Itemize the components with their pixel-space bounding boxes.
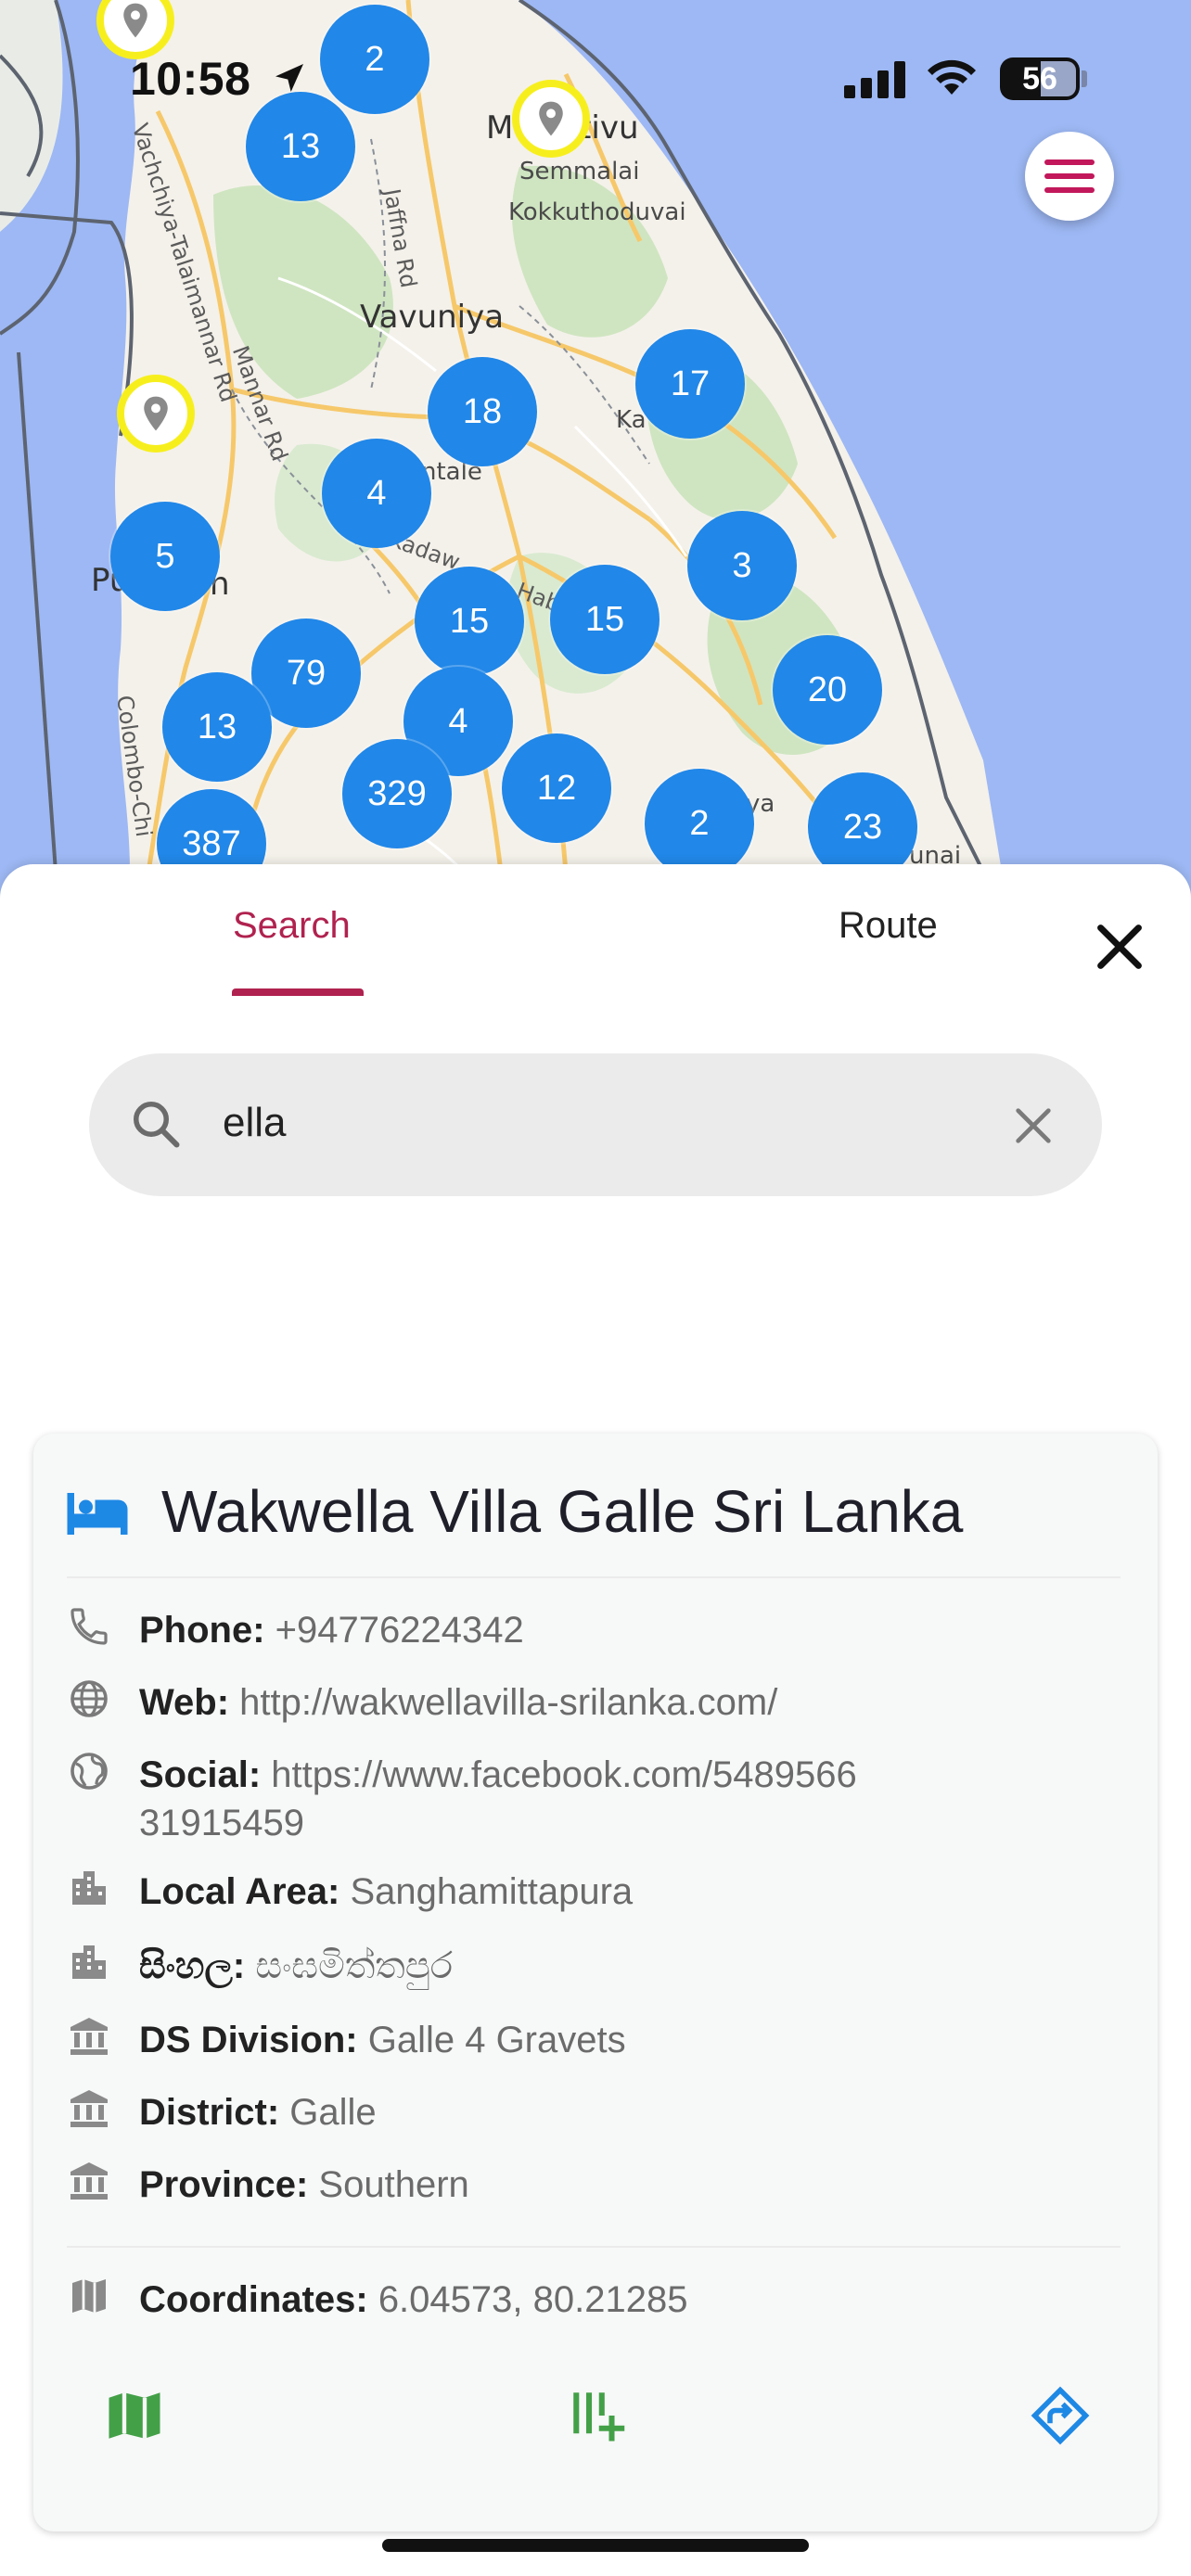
detail-row-web[interactable]: Web: http://wakwellavilla-srilanka.com/ [67, 1678, 1067, 1727]
phone-value[interactable]: +94776224342 [275, 1610, 524, 1651]
add-to-list-icon[interactable] [566, 2385, 627, 2446]
buildings-icon [72, 1871, 106, 1905]
institution-icon [70, 2162, 108, 2200]
active-tab-indicator [232, 988, 364, 996]
map-cluster[interactable]: 15 [550, 565, 660, 674]
map-label-vavuniya: Vavuniya [360, 299, 505, 336]
local-area-label: Local Area: [139, 1871, 340, 1912]
web-label: Web: [139, 1682, 230, 1723]
district-label: District: [139, 2092, 280, 2133]
detail-row-local-area: Local Area: Sanghamittapura [67, 1868, 1067, 1916]
map-cluster[interactable]: 329 [342, 739, 452, 848]
province-label: Province: [139, 2164, 309, 2205]
map-cluster[interactable]: 4 [322, 439, 431, 548]
map-cluster[interactable]: 23 [808, 772, 917, 872]
location-pin-icon[interactable] [117, 375, 195, 453]
globe-icon [70, 1680, 108, 1717]
divider [67, 2246, 1121, 2248]
divider [67, 1576, 1121, 1578]
detail-row-district: District: Galle [67, 2088, 1067, 2136]
sinhala-value: සංඝමිත්තපුර [255, 1945, 454, 1986]
web-value[interactable]: http://wakwellavilla-srilanka.com/ [239, 1682, 777, 1723]
detail-row-social[interactable]: Social: https://www.facebook.com/5489566… [67, 1751, 863, 1847]
map-cluster[interactable]: 18 [428, 357, 537, 466]
place-title: Wakwella Villa Galle Sri Lanka [161, 1478, 964, 1545]
coordinates-label: Coordinates: [139, 2279, 368, 2320]
place-details-card: Wakwella Villa Galle Sri Lanka Phone: +9… [33, 1434, 1158, 2531]
sinhala-label: සිංහල: [139, 1945, 246, 1986]
map-cluster[interactable]: 17 [635, 329, 745, 439]
public-globe-icon [70, 1753, 108, 1790]
tab-search[interactable]: Search [233, 905, 351, 947]
status-bar: 10:58 56 [0, 0, 1191, 158]
map-icon [72, 2279, 106, 2313]
wifi-icon [928, 59, 976, 95]
card-header: Wakwella Villa Galle Sri Lanka [65, 1474, 963, 1549]
local-area-value: Sanghamittapura [350, 1871, 634, 1912]
clear-search-icon[interactable] [1007, 1100, 1059, 1152]
home-indicator [382, 2539, 809, 2552]
search-field[interactable]: ella [89, 1053, 1102, 1196]
province-value: Southern [318, 2164, 469, 2205]
institution-icon [70, 2018, 108, 2055]
map-cluster[interactable]: 5 [110, 502, 220, 611]
status-time: 10:58 [130, 53, 251, 105]
detail-row-phone[interactable]: Phone: +94776224342 [67, 1606, 1067, 1654]
battery-cap [1082, 70, 1087, 87]
open-map-icon[interactable] [104, 2385, 165, 2446]
institution-icon [70, 2090, 108, 2127]
map-cluster[interactable]: 2 [645, 769, 754, 872]
ds-division-value: Galle 4 Gravets [367, 2020, 626, 2060]
detail-row-sinhala: සිංහල: සංඝමිත්තපුර [67, 1942, 1067, 1990]
ds-division-label: DS Division: [139, 2020, 358, 2060]
map-cluster[interactable]: 3 [687, 511, 797, 620]
detail-row-province: Province: Southern [67, 2161, 1067, 2209]
social-label: Social: [139, 1754, 262, 1795]
battery-icon: 56 [1000, 57, 1080, 100]
map-cluster[interactable]: 13 [162, 672, 272, 782]
tab-route[interactable]: Route [839, 905, 938, 947]
close-icon[interactable] [1087, 914, 1152, 979]
map-label-semmalai: Semmalai [519, 158, 640, 185]
hamburger-menu-icon[interactable] [1025, 132, 1114, 221]
coordinates-value[interactable]: 6.04573, 80.21285 [378, 2279, 688, 2320]
detail-row-coordinates[interactable]: Coordinates: 6.04573, 80.21285 [67, 2276, 1067, 2324]
phone-icon [70, 1608, 108, 1645]
search-icon [134, 1102, 180, 1148]
hotel-bed-icon [67, 1493, 128, 1535]
directions-icon[interactable] [1030, 2385, 1091, 2446]
map-cluster[interactable]: 15 [415, 567, 524, 676]
map-label-kokkuthoduvai: Kokkuthoduvai [508, 198, 686, 226]
map-cluster[interactable]: 20 [773, 635, 882, 745]
location-arrow-icon [275, 64, 303, 92]
map-cluster[interactable]: 12 [502, 733, 611, 843]
detail-row-ds-division: DS Division: Galle 4 Gravets [67, 2016, 1067, 2064]
buildings-icon [72, 1945, 106, 1979]
search-input[interactable]: ella [223, 1100, 287, 1146]
district-value: Galle [289, 2092, 377, 2133]
cellular-signal-icon [844, 61, 905, 98]
phone-label: Phone: [139, 1610, 265, 1651]
